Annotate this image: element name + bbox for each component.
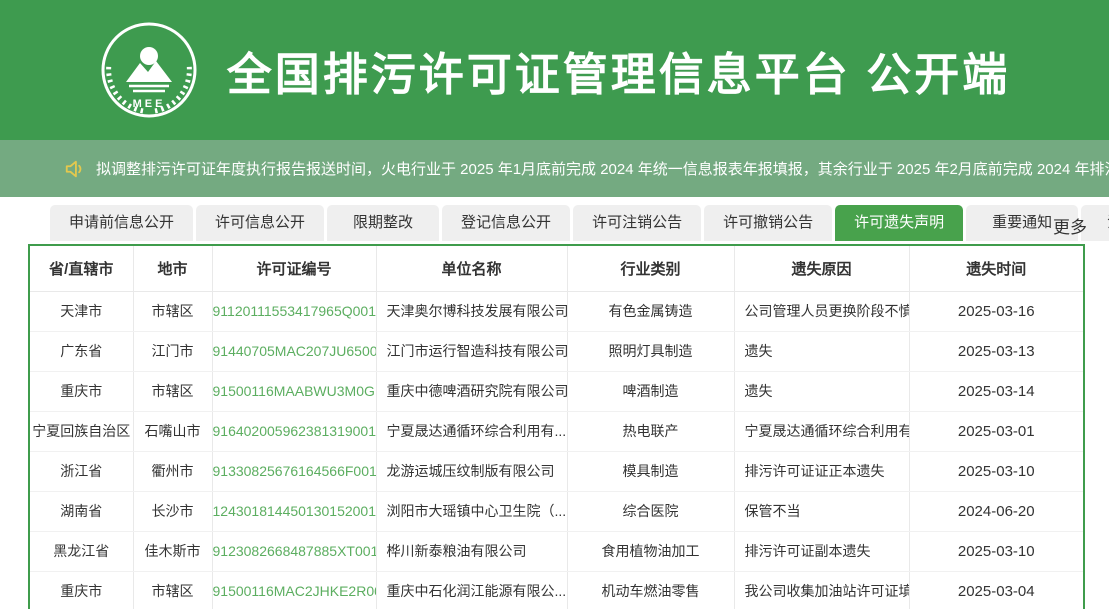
cell-province: 重庆市 bbox=[30, 571, 133, 609]
more-link[interactable]: 更多 bbox=[1053, 213, 1087, 238]
cell-province: 广东省 bbox=[30, 331, 133, 371]
permit-number-link[interactable]: 9123082668487885XT001X bbox=[212, 531, 376, 571]
cell-reason: 排污许可证证正本遗失 bbox=[734, 451, 909, 491]
cell-industry: 热电联产 bbox=[567, 411, 734, 451]
lost-permit-table-container: 省/直辖市地市许可证编号单位名称行业类别遗失原因遗失时间 天津市市辖区91120… bbox=[28, 244, 1085, 609]
cell-reason: 遗失 bbox=[734, 331, 909, 371]
table-row: 重庆市市辖区91500116MAC2JHKE2R00...重庆中石化润江能源有限… bbox=[30, 571, 1083, 609]
table-row: 浙江省衢州市91330825676164566F001W龙游运城压纹制版有限公司… bbox=[30, 451, 1083, 491]
cell-date: 2025-03-04 bbox=[909, 571, 1083, 609]
cell-industry: 有色金属铸造 bbox=[567, 291, 734, 331]
cell-date: 2025-03-10 bbox=[909, 531, 1083, 571]
cell-province: 天津市 bbox=[30, 291, 133, 331]
tab-2[interactable]: 限期整改 bbox=[327, 205, 439, 241]
column-header-0: 省/直辖市 bbox=[30, 246, 133, 291]
cell-reason: 公司管理人员更换阶段不慎... bbox=[734, 291, 909, 331]
cell-province: 重庆市 bbox=[30, 371, 133, 411]
cell-date: 2025-03-10 bbox=[909, 451, 1083, 491]
cell-reason: 排污许可证副本遗失 bbox=[734, 531, 909, 571]
cell-company: 重庆中德啤酒研究院有限公司 bbox=[376, 371, 567, 411]
tab-3[interactable]: 登记信息公开 bbox=[442, 205, 570, 241]
cell-company: 桦川新泰粮油有限公司 bbox=[376, 531, 567, 571]
cell-industry: 啤酒制造 bbox=[567, 371, 734, 411]
cell-reason: 遗失 bbox=[734, 371, 909, 411]
cell-date: 2024-06-20 bbox=[909, 491, 1083, 531]
tab-list: 申请前信息公开许可信息公开限期整改登记信息公开许可注销公告许可撤销公告许可遗失声… bbox=[50, 205, 1109, 241]
notice-bar: 拟调整排污许可证年度执行报告报送时间，火电行业于 2025 年1月底前完成 20… bbox=[0, 140, 1109, 197]
site-header: MEE 全国排污许可证管理信息平台 公开端 bbox=[0, 0, 1109, 140]
table-row: 湖南省长沙市124301814450130152001X浏阳市大瑶镇中心卫生院（… bbox=[30, 491, 1083, 531]
speaker-icon bbox=[64, 158, 86, 180]
cell-industry: 综合医院 bbox=[567, 491, 734, 531]
cell-company: 宁夏晟达通循环综合利用有... bbox=[376, 411, 567, 451]
cell-reason: 宁夏晟达通循环综合利用有... bbox=[734, 411, 909, 451]
column-header-5: 遗失原因 bbox=[734, 246, 909, 291]
permit-number-link[interactable]: 91330825676164566F001W bbox=[212, 451, 376, 491]
permit-number-link[interactable]: 916402005962381319001V bbox=[212, 411, 376, 451]
page-title: 全国排污许可证管理信息平台 公开端 bbox=[227, 38, 1011, 103]
cell-city: 石嘴山市 bbox=[133, 411, 212, 451]
cell-city: 市辖区 bbox=[133, 571, 212, 609]
cell-date: 2025-03-14 bbox=[909, 371, 1083, 411]
cell-province: 黑龙江省 bbox=[30, 531, 133, 571]
cell-industry: 机动车燃油零售 bbox=[567, 571, 734, 609]
column-header-6: 遗失时间 bbox=[909, 246, 1083, 291]
permit-number-link[interactable]: 124301814450130152001X bbox=[212, 491, 376, 531]
cell-city: 衢州市 bbox=[133, 451, 212, 491]
tab-5[interactable]: 许可撤销公告 bbox=[704, 205, 832, 241]
column-header-4: 行业类别 bbox=[567, 246, 734, 291]
cell-city: 市辖区 bbox=[133, 291, 212, 331]
cell-city: 市辖区 bbox=[133, 371, 212, 411]
tab-6[interactable]: 许可遗失声明 bbox=[835, 205, 963, 241]
tab-0[interactable]: 申请前信息公开 bbox=[50, 205, 193, 241]
cell-company: 重庆中石化润江能源有限公... bbox=[376, 571, 567, 609]
cell-company: 浏阳市大瑶镇中心卫生院（... bbox=[376, 491, 567, 531]
tab-4[interactable]: 许可注销公告 bbox=[573, 205, 701, 241]
table-row: 广东省江门市91440705MAC207JU65001U江门市运行智造科技有限公… bbox=[30, 331, 1083, 371]
table-row: 宁夏回族自治区石嘴山市916402005962381319001V宁夏晟达通循环… bbox=[30, 411, 1083, 451]
tabs-row: 申请前信息公开许可信息公开限期整改登记信息公开许可注销公告许可撤销公告许可遗失声… bbox=[0, 205, 1109, 241]
cell-province: 浙江省 bbox=[30, 451, 133, 491]
table-header-row: 省/直辖市地市许可证编号单位名称行业类别遗失原因遗失时间 bbox=[30, 246, 1083, 291]
column-header-1: 地市 bbox=[133, 246, 212, 291]
cell-industry: 模具制造 bbox=[567, 451, 734, 491]
cell-reason: 保管不当 bbox=[734, 491, 909, 531]
column-header-2: 许可证编号 bbox=[212, 246, 376, 291]
cell-company: 龙游运城压纹制版有限公司 bbox=[376, 451, 567, 491]
cell-date: 2025-03-13 bbox=[909, 331, 1083, 371]
permit-number-link[interactable]: 91500116MAC2JHKE2R00... bbox=[212, 571, 376, 609]
notice-marquee: 拟调整排污许可证年度执行报告报送时间，火电行业于 2025 年1月底前完成 20… bbox=[96, 158, 1109, 179]
cell-province: 宁夏回族自治区 bbox=[30, 411, 133, 451]
svg-text:MEE: MEE bbox=[132, 98, 165, 110]
cell-industry: 食用植物油加工 bbox=[567, 531, 734, 571]
cell-date: 2025-03-16 bbox=[909, 291, 1083, 331]
column-header-3: 单位名称 bbox=[376, 246, 567, 291]
cell-date: 2025-03-01 bbox=[909, 411, 1083, 451]
table-row: 黑龙江省佳木斯市9123082668487885XT001X桦川新泰粮油有限公司… bbox=[30, 531, 1083, 571]
table-row: 重庆市市辖区91500116MAABWU3M0G...重庆中德啤酒研究院有限公司… bbox=[30, 371, 1083, 411]
tab-1[interactable]: 许可信息公开 bbox=[196, 205, 324, 241]
cell-city: 佳木斯市 bbox=[133, 531, 212, 571]
permit-number-link[interactable]: 91120111553417965Q001U bbox=[212, 291, 376, 331]
permit-number-link[interactable]: 91500116MAABWU3M0G... bbox=[212, 371, 376, 411]
table-body: 天津市市辖区91120111553417965Q001U天津奥尔博科技发展有限公… bbox=[30, 291, 1083, 609]
cell-industry: 照明灯具制造 bbox=[567, 331, 734, 371]
table-row: 天津市市辖区91120111553417965Q001U天津奥尔博科技发展有限公… bbox=[30, 291, 1083, 331]
cell-city: 江门市 bbox=[133, 331, 212, 371]
lost-permit-table: 省/直辖市地市许可证编号单位名称行业类别遗失原因遗失时间 天津市市辖区91120… bbox=[30, 246, 1083, 609]
cell-province: 湖南省 bbox=[30, 491, 133, 531]
permit-number-link[interactable]: 91440705MAC207JU65001U bbox=[212, 331, 376, 371]
mee-logo-icon: MEE bbox=[99, 20, 199, 120]
cell-city: 长沙市 bbox=[133, 491, 212, 531]
cell-reason: 我公司收集加油站许可证填... bbox=[734, 571, 909, 609]
cell-company: 天津奥尔博科技发展有限公司 bbox=[376, 291, 567, 331]
cell-company: 江门市运行智造科技有限公司 bbox=[376, 331, 567, 371]
